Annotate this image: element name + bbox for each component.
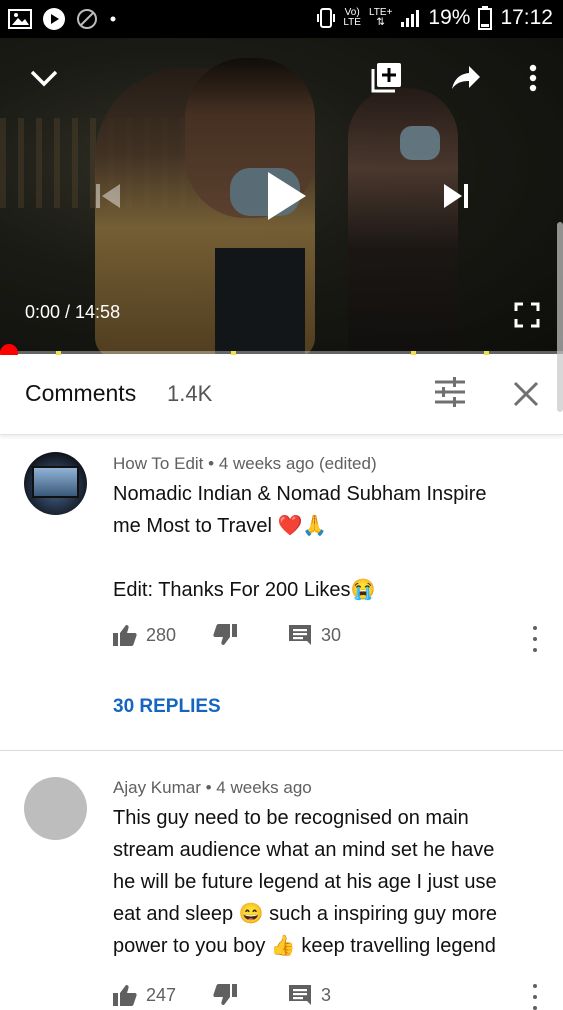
- skip-previous-icon: [96, 184, 120, 208]
- player-more-button[interactable]: [522, 60, 544, 96]
- more-dot: [533, 648, 537, 652]
- comment-line-blank: [113, 542, 543, 574]
- comment-line: he will be future legend at his age I ju…: [113, 871, 497, 893]
- comment-actions: 247 3: [113, 984, 331, 1006]
- thumbs-up-icon: [113, 625, 137, 646]
- reply-count: 3: [321, 984, 332, 1005]
- playlist-add-icon: [371, 63, 401, 93]
- share-icon: [452, 66, 480, 89]
- comment-line: me Most to Travel ❤️🙏: [113, 515, 328, 537]
- comment-thread: Ajay Kumar • 4 weeks ago This guy need t…: [0, 751, 563, 1010]
- close-icon: [513, 381, 539, 407]
- comments-title: Comments: [25, 380, 137, 406]
- avatar[interactable]: [24, 452, 87, 515]
- comments-count: 1.4K: [167, 381, 213, 406]
- thumbs-down-icon: [213, 624, 237, 645]
- reply-button[interactable]: 3: [288, 984, 331, 1006]
- dot-icon: [110, 16, 116, 22]
- vibrate-icon: [317, 8, 336, 28]
- play-store-icon: [43, 8, 65, 30]
- previous-button[interactable]: [88, 176, 128, 216]
- meta-separator: •: [200, 778, 217, 797]
- play-icon: [268, 172, 306, 220]
- sort-comments-button[interactable]: [433, 377, 467, 412]
- chevron-down-icon: [30, 70, 58, 87]
- comment-line: Edit: Thanks For 200 Likes😭: [113, 579, 376, 601]
- lte-small-label: LTE: [343, 17, 361, 28]
- like-button[interactable]: 247: [113, 984, 213, 1006]
- battery-icon: [478, 6, 493, 30]
- more-dot: [533, 637, 537, 641]
- battery-percent: 19%: [428, 6, 471, 29]
- more-vertical-icon: [529, 64, 537, 92]
- comment-icon: [289, 985, 311, 1005]
- more-dot: [533, 984, 537, 988]
- meta-separator: •: [203, 454, 219, 473]
- add-to-playlist-button[interactable]: [366, 58, 406, 98]
- data-arrows: ⇅: [376, 17, 385, 28]
- more-dot: [533, 626, 537, 630]
- comment-author[interactable]: Ajay Kumar: [113, 778, 201, 797]
- comment-body: Nomadic Indian & Nomad Subham Inspire me…: [113, 478, 543, 606]
- comment-author[interactable]: How To Edit: [113, 454, 203, 473]
- comment-line: stream audience what an mind set he have: [113, 839, 495, 861]
- volte-indicator: Vo) LTE: [343, 8, 361, 28]
- next-button[interactable]: [436, 176, 476, 216]
- thumbs-down-icon: [213, 984, 237, 1005]
- sliders-icon: [435, 377, 465, 407]
- comment-more-button[interactable]: [529, 626, 541, 652]
- system-status: Vo) LTE LTE+ ⇅ 19% 17:12: [317, 6, 553, 30]
- thumbs-up-icon: [113, 985, 137, 1006]
- dislike-button[interactable]: [213, 984, 288, 1006]
- comment-line: This guy need to be recognised on main: [113, 807, 469, 829]
- reply-button[interactable]: 30: [288, 624, 341, 646]
- comment-age: 4 weeks ago: [216, 778, 312, 797]
- skip-next-icon: [444, 184, 468, 208]
- comment-meta: Ajay Kumar • 4 weeks ago: [113, 778, 312, 798]
- comment-line: power to you boy 👍 keep travelling legen…: [113, 935, 496, 957]
- avatar-monitor-image: [32, 466, 79, 498]
- play-button[interactable]: [258, 166, 314, 226]
- view-replies-button[interactable]: 30 REPLIES: [113, 696, 221, 718]
- like-button[interactable]: 280: [113, 624, 213, 646]
- clock: 17:12: [500, 6, 553, 29]
- gallery-icon: [8, 9, 32, 29]
- comment-thread: How To Edit • 4 weeks ago (edited) Nomad…: [0, 435, 563, 750]
- status-bar: Vo) LTE LTE+ ⇅ 19% 17:12: [0, 0, 563, 38]
- like-count: 247: [146, 984, 177, 1005]
- comment-more-button[interactable]: [529, 984, 541, 1010]
- video-player[interactable]: 0:00 / 14:58: [0, 38, 563, 354]
- comment-meta: How To Edit • 4 weeks ago (edited): [113, 454, 377, 474]
- notification-icons: [8, 7, 118, 31]
- close-comments-button[interactable]: [512, 380, 540, 413]
- more-dot: [533, 1006, 537, 1010]
- fullscreen-button[interactable]: [510, 298, 544, 332]
- share-button[interactable]: [446, 58, 486, 98]
- blocked-icon: [77, 9, 97, 29]
- more-dot: [533, 995, 537, 999]
- fullscreen-icon: [514, 302, 540, 328]
- dislike-button[interactable]: [213, 624, 288, 646]
- lte-indicator: LTE+ ⇅: [369, 8, 392, 28]
- comment-line: Nomadic Indian & Nomad Subham Inspire: [113, 483, 487, 505]
- reply-count: 30: [321, 624, 342, 645]
- scrollbar[interactable]: [557, 222, 563, 412]
- comment-line: eat and sleep 😄 such a inspiring guy mor…: [113, 903, 498, 925]
- comment-actions: 280 30: [113, 624, 341, 646]
- minimize-button[interactable]: [24, 60, 64, 96]
- playback-time: 0:00 / 14:58: [25, 302, 121, 322]
- avatar[interactable]: [24, 777, 87, 840]
- like-count: 280: [146, 624, 177, 645]
- comment-age: 4 weeks ago (edited): [218, 454, 377, 473]
- comment-icon: [289, 625, 311, 645]
- comment-body: This guy need to be recognised on main s…: [113, 802, 543, 962]
- signal-icon: [401, 10, 420, 27]
- comments-header: Comments 1.4K: [0, 355, 563, 435]
